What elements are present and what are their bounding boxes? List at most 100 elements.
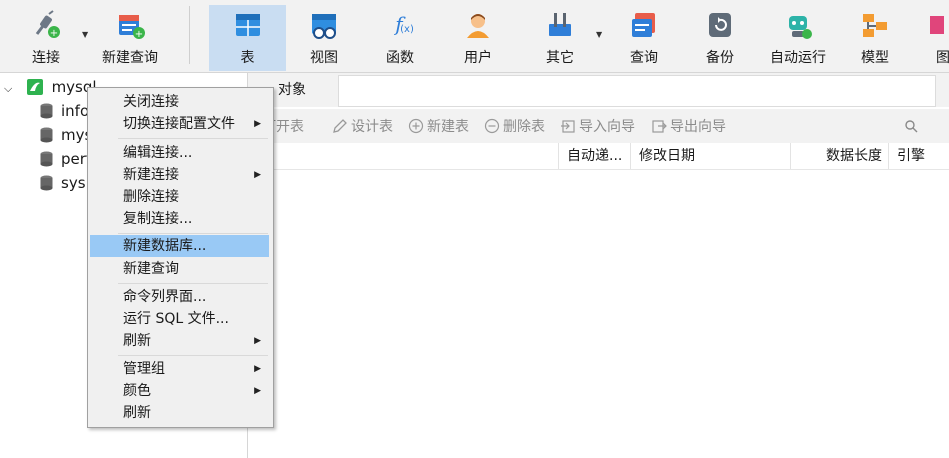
export-wizard-button[interactable]: 导出向导: [651, 117, 726, 137]
search-icon[interactable]: [905, 120, 918, 133]
menu-separator: [118, 233, 268, 234]
menu-item-label: 复制连接...: [123, 211, 193, 227]
database-icon: [40, 103, 53, 119]
pencil-icon: [333, 119, 347, 133]
tree-database-item[interactable]: performance_schema: [40, 148, 87, 170]
menu-item-label: 颜色: [123, 383, 151, 399]
object-toolbar: 打开表 设计表 新建表 删除表 导入向导 导出向导: [248, 109, 949, 143]
tools-icon: [549, 13, 571, 36]
database-name: mysql: [61, 126, 87, 144]
view-button[interactable]: 视图: [288, 5, 360, 71]
object-panel: 对象 打开表 设计表 新建表 删除表 导入向导 导出向导 自动递... 修改日期…: [248, 73, 949, 458]
function-button[interactable]: f (x) 函数: [364, 5, 436, 71]
connect-button[interactable]: + 连接: [14, 5, 78, 71]
menu-refresh-submenu[interactable]: 刷新 ▶: [90, 330, 269, 352]
plug-icon: +: [35, 10, 60, 39]
column-auto-increment[interactable]: 自动递...: [558, 143, 630, 169]
function-icon: f (x): [393, 12, 414, 36]
tab-bar: 对象: [248, 73, 949, 107]
table-button[interactable]: 表: [209, 5, 286, 71]
menu-copy-connection[interactable]: 复制连接...: [90, 208, 269, 230]
column-engine[interactable]: 引擎: [888, 143, 949, 169]
menu-item-label: 删除连接: [123, 189, 179, 205]
menu-switch-profile[interactable]: 切换连接配置文件 ▶: [90, 113, 269, 135]
tree-database-item[interactable]: sys: [40, 172, 87, 194]
menu-manage-group[interactable]: 管理组 ▶: [90, 358, 269, 380]
menu-separator: [118, 355, 268, 356]
export-icon: [652, 120, 667, 133]
automation-button[interactable]: 自动运行: [762, 5, 834, 71]
svg-text:+: +: [50, 28, 58, 39]
menu-item-label: 刷新: [123, 405, 151, 421]
user-button[interactable]: 用户: [440, 5, 516, 71]
query-icon: [632, 13, 655, 37]
query-button[interactable]: 查询: [606, 5, 682, 71]
backup-label: 备份: [706, 50, 734, 66]
menu-command-line[interactable]: 命令列界面...: [90, 286, 269, 308]
connect-dropdown-icon[interactable]: ▼: [82, 30, 88, 39]
column-data-length[interactable]: 数据长度: [790, 143, 888, 169]
chart-button[interactable]: 图: [920, 5, 949, 71]
menu-run-sql-file[interactable]: 运行 SQL 文件...: [90, 308, 269, 330]
menu-item-label: 刷新: [123, 333, 151, 349]
context-menu: 关闭连接 切换连接配置文件 ▶ 编辑连接... 新建连接 ▶ 删除连接 复制连接..…: [87, 87, 274, 428]
import-wizard-button[interactable]: 导入向导: [560, 117, 635, 137]
import-wizard-label: 导入向导: [579, 119, 635, 135]
menu-item-label: 运行 SQL 文件...: [123, 311, 229, 327]
view-icon: [312, 14, 336, 39]
table-icon: [235, 14, 260, 36]
model-icon: [863, 14, 887, 37]
menu-new-database[interactable]: 新建数据库...: [90, 235, 269, 257]
menu-delete-connection[interactable]: 删除连接: [90, 186, 269, 208]
submenu-arrow-icon: ▶: [254, 364, 261, 374]
backup-button[interactable]: 备份: [686, 5, 754, 71]
other-dropdown-icon[interactable]: ▼: [596, 30, 602, 39]
import-icon: [561, 120, 575, 133]
other-button[interactable]: 其它: [522, 5, 598, 71]
tree-connection-mysql[interactable]: ⌵ mysql: [4, 76, 97, 98]
tree-database-item[interactable]: information_schema: [40, 100, 87, 122]
submenu-arrow-icon: ▶: [254, 170, 261, 180]
expand-chevron-icon[interactable]: ⌵: [4, 78, 16, 100]
menu-item-label: 新建查询: [123, 261, 179, 277]
menu-new-query[interactable]: 新建查询: [90, 258, 269, 280]
menu-item-label: 管理组: [123, 361, 165, 377]
connect-label: 连接: [32, 50, 60, 66]
column-modified-date[interactable]: 修改日期: [630, 143, 790, 169]
menu-item-label: 新建连接: [123, 167, 179, 183]
function-label: 函数: [386, 50, 414, 66]
table-label: 表: [240, 50, 255, 66]
delete-table-label: 删除表: [503, 119, 545, 135]
delete-table-button[interactable]: 删除表: [484, 117, 545, 137]
submenu-arrow-icon: ▶: [254, 119, 261, 129]
menu-separator: [118, 138, 268, 139]
database-name: information_schema: [61, 102, 87, 120]
menu-item-label: 关闭连接: [123, 94, 179, 110]
model-button[interactable]: 模型: [838, 5, 912, 71]
table-column-header: 自动递... 修改日期 数据长度 引擎: [248, 143, 949, 170]
model-label: 模型: [861, 50, 889, 66]
new-query-button[interactable]: + 新建查询: [93, 5, 167, 71]
menu-edit-connection[interactable]: 编辑连接...: [90, 142, 269, 164]
database-icon: [40, 127, 53, 143]
menu-new-connection[interactable]: 新建连接 ▶: [90, 164, 269, 186]
connection-icon: [26, 79, 43, 95]
new-table-button[interactable]: 新建表: [408, 117, 469, 137]
backup-icon: [709, 13, 731, 37]
tab-strip-area: [338, 75, 936, 107]
database-icon: [40, 175, 53, 191]
menu-color[interactable]: 颜色 ▶: [90, 380, 269, 402]
menu-close-connection[interactable]: 关闭连接: [90, 91, 269, 113]
menu-item-label: 编辑连接...: [123, 145, 193, 161]
design-table-label: 设计表: [351, 119, 393, 135]
remove-icon: [484, 118, 500, 134]
user-label: 用户: [464, 50, 492, 66]
view-label: 视图: [310, 50, 338, 66]
menu-refresh[interactable]: 刷新: [90, 402, 269, 424]
tree-database-item[interactable]: mysql: [40, 124, 87, 146]
menu-item-label: 切换连接配置文件: [123, 116, 235, 132]
design-table-button[interactable]: 设计表: [332, 117, 393, 137]
submenu-arrow-icon: ▶: [254, 386, 261, 396]
other-label: 其它: [546, 50, 574, 66]
menu-item-label: 新建数据库...: [123, 238, 207, 254]
